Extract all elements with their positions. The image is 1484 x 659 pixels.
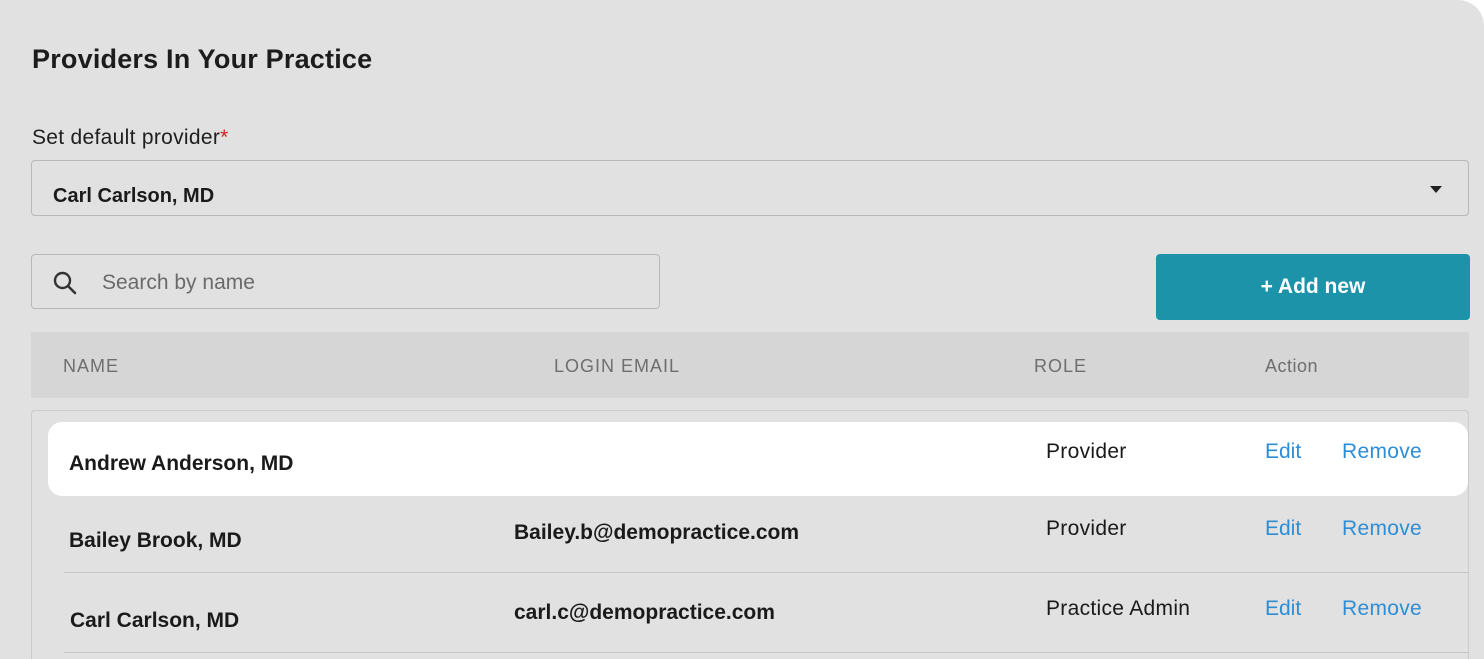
remove-link[interactable]: Remove xyxy=(1342,597,1422,621)
table-row[interactable]: Bailey Brook, MD Bailey.b@demopractice.c… xyxy=(48,499,1468,573)
search-field[interactable] xyxy=(31,254,660,309)
column-header-action: Action xyxy=(1265,356,1319,376)
table-header: NAME LOGIN EMAIL ROLE Action xyxy=(31,332,1469,398)
provider-name: Bailey Brook, MD xyxy=(69,529,242,552)
edit-link[interactable]: Edit xyxy=(1265,517,1301,541)
add-new-button[interactable]: + Add new xyxy=(1156,254,1470,320)
column-header-login-email: LOGIN EMAIL xyxy=(554,356,681,376)
page-title: Providers In Your Practice xyxy=(32,44,373,74)
edit-link[interactable]: Edit xyxy=(1265,597,1301,621)
row-divider xyxy=(64,572,1468,573)
provider-email: Bailey.b@demopractice.com xyxy=(514,521,800,544)
column-header-name: NAME xyxy=(63,356,120,376)
default-provider-select[interactable]: Carl Carlson, MD xyxy=(31,160,1469,216)
remove-link[interactable]: Remove xyxy=(1342,440,1422,464)
provider-name: Andrew Anderson, MD xyxy=(69,452,294,475)
provider-email: carl.c@demopractice.com xyxy=(514,601,775,624)
search-input[interactable] xyxy=(102,269,622,297)
edit-link[interactable]: Edit xyxy=(1265,440,1301,464)
table-row[interactable]: Carl Carlson, MD carl.c@demopractice.com… xyxy=(48,579,1468,653)
default-provider-label-text: Set default provider xyxy=(32,126,221,149)
default-provider-value: Carl Carlson, MD xyxy=(53,185,215,207)
provider-name: Carl Carlson, MD xyxy=(70,609,240,632)
search-icon xyxy=(53,271,77,295)
provider-role: Practice Admin xyxy=(1046,597,1191,620)
caret-down-icon xyxy=(1430,186,1442,193)
default-provider-label: Set default provider* xyxy=(32,126,229,150)
providers-panel: Providers In Your Practice Set default p… xyxy=(0,0,1484,659)
provider-role: Provider xyxy=(1046,440,1127,463)
table-row[interactable]: Andrew Anderson, MD Provider Edit Remove xyxy=(48,422,1468,496)
remove-link[interactable]: Remove xyxy=(1342,517,1422,541)
column-header-role: ROLE xyxy=(1034,356,1088,376)
row-divider xyxy=(64,652,1468,653)
provider-role: Provider xyxy=(1046,517,1127,540)
providers-table-body: Andrew Anderson, MD Provider Edit Remove… xyxy=(31,410,1469,659)
required-asterisk: * xyxy=(220,126,229,149)
